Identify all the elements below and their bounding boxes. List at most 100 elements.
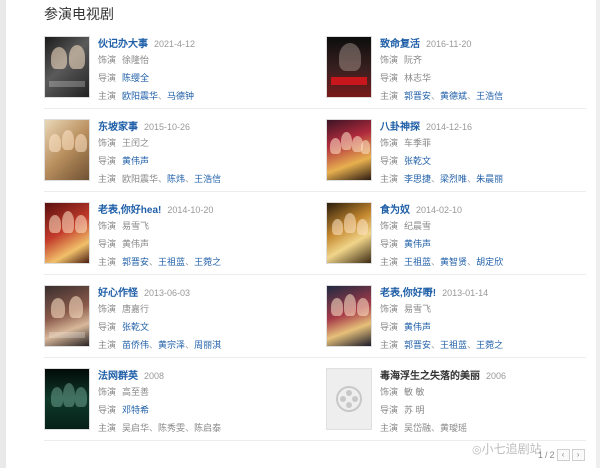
director-link[interactable]: 黄伟声 xyxy=(404,322,431,332)
role-value: 车季菲 xyxy=(404,138,432,148)
cast-value: 陈启泰 xyxy=(194,423,222,433)
film-item[interactable]: 老表,你好嘢! 2013-01-14 饰演 易雪飞 导演 黄伟声 主演 郭晋安、王祖蓝、… xyxy=(326,285,558,355)
film-item[interactable]: 致命复活 2016-11-20 饰演 阮齐 导演 林志华 主演 郭晋安、黄德斌、王浩信 xyxy=(326,36,558,106)
film-title-link[interactable]: 老表,你好hea! xyxy=(98,205,161,216)
role-label: 饰演 xyxy=(380,304,399,314)
cast-link[interactable]: 王祖蓝 xyxy=(404,257,431,267)
cast-link[interactable]: 黄德斌 xyxy=(440,91,467,101)
cast-link[interactable]: 李思捷 xyxy=(404,174,431,184)
cast-label: 主演 xyxy=(380,423,399,433)
cast-link[interactable]: 郭晋安 xyxy=(122,257,149,267)
role-value: 敏 敏 xyxy=(404,387,425,397)
role-label: 饰演 xyxy=(98,304,117,314)
watermark: ◎小七追剧站 xyxy=(472,440,542,457)
cast-label: 主演 xyxy=(98,423,117,433)
chat-bubble-icon: ◎ xyxy=(472,444,482,456)
film-title-link[interactable]: 致命复活 xyxy=(380,39,420,50)
cast-value: 陈秀雯 xyxy=(158,423,186,433)
cast-link[interactable]: 王菀之 xyxy=(476,340,503,350)
role-value: 阮齐 xyxy=(404,55,423,65)
film-item[interactable]: 好心作怪 2013-06-03 饰演 唐嘉行 导演 张乾文 主演 苗侨伟、黄宗泽、周丽淇 xyxy=(44,285,276,355)
film-date: 2014-10-20 xyxy=(167,205,214,215)
cast-link[interactable]: 苗侨伟 xyxy=(122,340,149,350)
role-value: 高至善 xyxy=(122,387,150,397)
director-link[interactable]: 张乾文 xyxy=(122,322,149,332)
film-date: 2013-06-03 xyxy=(144,288,191,298)
prev-page-button[interactable]: ‹ xyxy=(556,449,570,461)
film-date: 2014-02-10 xyxy=(416,205,463,215)
director-label: 导演 xyxy=(380,156,399,166)
page-frame-left xyxy=(0,0,6,468)
director-label: 导演 xyxy=(98,156,117,166)
cast-link[interactable]: 陈炜 xyxy=(167,174,185,184)
cast-link[interactable]: 周丽淇 xyxy=(194,340,221,350)
cast-link[interactable]: 马德钟 xyxy=(167,91,194,101)
role-label: 饰演 xyxy=(98,55,117,65)
film-poster[interactable] xyxy=(44,36,90,98)
film-reel-icon xyxy=(336,386,362,412)
cast-link[interactable]: 黄宗泽 xyxy=(158,340,185,350)
film-poster[interactable] xyxy=(326,36,372,98)
film-item[interactable]: 东坡家事 2015-10-26 饰演 王闰之 导演 黄伟声 主演 欧阳震华、陈炜、王浩信 xyxy=(44,119,276,189)
director-link[interactable]: 陈缨全 xyxy=(122,73,149,83)
pagination: 1 / 2 ‹ › xyxy=(538,449,585,461)
director-label: 导演 xyxy=(98,322,117,332)
film-item[interactable]: 食为奴 2014-02-10 饰演 纪晨雪 导演 黄伟声 主演 王祖蓝、黄智贤、胡定欣 xyxy=(326,202,558,272)
film-item[interactable]: 法网群英 2008 饰演 高至善 导演 邓特希 主演 吴启华、陈秀雯、陈启泰 xyxy=(44,368,276,438)
cast-value: 欧阳震华 xyxy=(122,174,159,184)
cast-link[interactable]: 胡定欣 xyxy=(476,257,503,267)
cast-link[interactable]: 郭晋安 xyxy=(404,340,431,350)
film-title: 毒海浮生之失落的美丽 xyxy=(380,371,480,382)
film-title-link[interactable]: 八卦神探 xyxy=(380,122,420,133)
cast-link[interactable]: 王祖蓝 xyxy=(440,340,467,350)
film-poster[interactable] xyxy=(326,285,372,347)
film-title-link[interactable]: 东坡家事 xyxy=(98,122,138,133)
film-item[interactable]: 毒海浮生之失落的美丽 2006 饰演敏 敏 导演苏 明 主演 吴岱融、黄璦瑶 xyxy=(326,368,558,438)
film-poster[interactable] xyxy=(44,285,90,347)
cast-link[interactable]: 王浩信 xyxy=(476,91,503,101)
film-title-link[interactable]: 好心作怪 xyxy=(98,288,138,299)
film-poster[interactable] xyxy=(44,119,90,181)
cast-value: 吴岱融 xyxy=(404,423,432,433)
director-link[interactable]: 张乾文 xyxy=(404,156,431,166)
cast-link[interactable]: 王祖蓝 xyxy=(158,257,185,267)
cast-link[interactable]: 欧阳震华 xyxy=(122,91,158,101)
film-title-link[interactable]: 食为奴 xyxy=(380,205,410,216)
film-poster[interactable] xyxy=(44,368,90,430)
role-label: 饰演 xyxy=(380,138,399,148)
next-page-button[interactable]: › xyxy=(571,449,585,461)
film-date: 2014-12-16 xyxy=(426,122,473,132)
film-poster[interactable] xyxy=(326,202,372,264)
film-poster-placeholder[interactable] xyxy=(326,368,372,430)
role-label: 饰演 xyxy=(98,387,117,397)
film-title-link[interactable]: 伙记办大事 xyxy=(98,39,148,50)
role-value: 王闰之 xyxy=(122,138,150,148)
cast-link[interactable]: 黄智贤 xyxy=(440,257,467,267)
film-title-link[interactable]: 法网群英 xyxy=(98,371,138,382)
film-title-link[interactable]: 老表,你好嘢! xyxy=(380,288,436,299)
cast-label: 主演 xyxy=(98,174,117,184)
cast-link[interactable]: 朱晨丽 xyxy=(476,174,503,184)
cast-link[interactable]: 王浩信 xyxy=(194,174,221,184)
film-item[interactable]: 伙记办大事 2021-4-12 饰演 徐隆怡 导演 陈缨全 主演 欧阳震华、马德钟 xyxy=(44,36,276,106)
film-item[interactable]: 老表,你好hea! 2014-10-20 饰演 易雪飞 导演 黄伟声 主演 郭晋安、王祖… xyxy=(44,202,276,272)
role-label: 饰演 xyxy=(380,387,399,397)
director-link[interactable]: 黄伟声 xyxy=(404,239,431,249)
cast-label: 主演 xyxy=(380,340,399,350)
cast-label: 主演 xyxy=(98,340,117,350)
cast-link[interactable]: 王菀之 xyxy=(194,257,221,267)
cast-label: 主演 xyxy=(380,257,399,267)
film-item[interactable]: 八卦神探 2014-12-16 饰演 车季菲 导演 张乾文 主演 李思捷、梁烈唯、朱晨丽 xyxy=(326,119,558,189)
film-poster[interactable] xyxy=(326,119,372,181)
cast-link[interactable]: 梁烈唯 xyxy=(440,174,467,184)
cast-link[interactable]: 郭晋安 xyxy=(404,91,431,101)
cast-value: 吴启华 xyxy=(122,423,150,433)
film-poster[interactable] xyxy=(44,202,90,264)
director-link[interactable]: 黄伟声 xyxy=(122,156,149,166)
director-label: 导演 xyxy=(98,239,117,249)
film-date: 2006 xyxy=(486,371,507,381)
page-separator: / xyxy=(545,450,548,460)
director-label: 导演 xyxy=(380,73,399,83)
director-link[interactable]: 邓特希 xyxy=(122,405,149,415)
cast-label: 主演 xyxy=(98,91,117,101)
